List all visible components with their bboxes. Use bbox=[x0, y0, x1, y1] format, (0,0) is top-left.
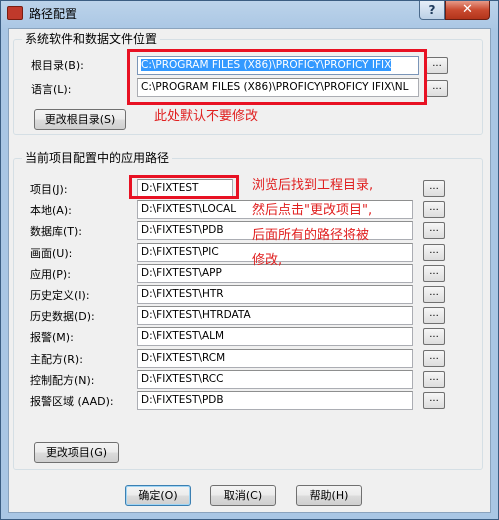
language-label: 语言(L): bbox=[31, 83, 72, 96]
app-icon bbox=[7, 6, 23, 20]
project-path-browse-button[interactable]: ... bbox=[423, 328, 445, 345]
note-line: 然后点击"更改项目", bbox=[252, 203, 373, 218]
project-path-field[interactable]: D:\FIXTEST\HTRDATA bbox=[137, 306, 413, 325]
path-config-dialog: 路径配置 ? ✕ 系统软件和数据文件位置 根目录(B): C:\PROGRAM … bbox=[0, 0, 499, 520]
project-path-browse-button[interactable]: ... bbox=[423, 392, 445, 409]
change-root-button[interactable]: 更改根目录(S) bbox=[34, 109, 126, 130]
project-path-browse-button[interactable]: ... bbox=[423, 222, 445, 239]
note-line: 浏览后找到工程目录, bbox=[252, 178, 374, 193]
project-path-browse-button[interactable]: ... bbox=[423, 286, 445, 303]
dialog-client-area: 系统软件和数据文件位置 根目录(B): C:\PROGRAM FILES (X8… bbox=[8, 28, 491, 513]
project-highlight-box bbox=[129, 175, 239, 199]
project-path-label: 主配方(R): bbox=[30, 353, 83, 366]
cancel-button[interactable]: 取消(C) bbox=[210, 485, 276, 506]
project-path-browse-button[interactable]: ... bbox=[423, 180, 445, 197]
change-project-button[interactable]: 更改项目(G) bbox=[34, 442, 119, 463]
note-browse-instructions: 浏览后找到工程目录, 然后点击"更改项目", 后面所有的路径将被 修改, bbox=[252, 175, 373, 272]
project-path-label: 画面(U): bbox=[30, 247, 73, 260]
ok-button[interactable]: 确定(O) bbox=[125, 485, 191, 506]
close-button[interactable]: ✕ bbox=[445, 1, 490, 20]
project-path-label: 应用(P): bbox=[30, 268, 71, 281]
project-path-label: 报警(M): bbox=[30, 331, 74, 344]
project-path-browse-button[interactable]: ... bbox=[423, 265, 445, 282]
title-bar[interactable]: 路径配置 ? ✕ bbox=[1, 1, 498, 25]
project-path-label: 数据库(T): bbox=[30, 225, 83, 238]
window-title: 路径配置 bbox=[29, 7, 78, 21]
project-path-label: 本地(A): bbox=[30, 204, 72, 217]
project-path-label: 历史定义(I): bbox=[30, 289, 90, 302]
note-do-not-modify: 此处默认不要修改 bbox=[154, 109, 259, 124]
title-help-button[interactable]: ? bbox=[419, 1, 445, 20]
project-path-field[interactable]: D:\FIXTEST\RCM bbox=[137, 349, 413, 368]
project-path-browse-button[interactable]: ... bbox=[423, 201, 445, 218]
project-path-browse-button[interactable]: ... bbox=[423, 371, 445, 388]
project-path-label: 控制配方(N): bbox=[30, 374, 95, 387]
project-path-browse-button[interactable]: ... bbox=[423, 244, 445, 261]
note-line: 后面所有的路径将被 bbox=[252, 228, 370, 243]
project-paths-caption: 当前项目配置中的应用路径 bbox=[22, 151, 173, 166]
project-path-browse-button[interactable]: ... bbox=[423, 350, 445, 367]
system-paths-caption: 系统软件和数据文件位置 bbox=[22, 32, 161, 47]
help-button[interactable]: 帮助(H) bbox=[296, 485, 362, 506]
project-path-label: 报警区域 (AAD): bbox=[30, 395, 114, 408]
root-dir-label: 根目录(B): bbox=[31, 59, 84, 72]
project-path-browse-button[interactable]: ... bbox=[423, 307, 445, 324]
root-dir-browse-button[interactable]: ... bbox=[426, 57, 448, 74]
project-path-label: 项目(J): bbox=[30, 183, 68, 196]
project-path-field[interactable]: D:\FIXTEST\RCC bbox=[137, 370, 413, 389]
project-path-field[interactable]: D:\FIXTEST\HTR bbox=[137, 285, 413, 304]
project-path-label: 历史数据(D): bbox=[30, 310, 95, 323]
language-browse-button[interactable]: ... bbox=[426, 80, 448, 97]
project-path-field[interactable]: D:\FIXTEST\PDB bbox=[137, 391, 413, 410]
note-line: 修改, bbox=[252, 253, 283, 268]
root-highlight-box bbox=[127, 49, 427, 105]
project-path-field[interactable]: D:\FIXTEST\ALM bbox=[137, 327, 413, 346]
